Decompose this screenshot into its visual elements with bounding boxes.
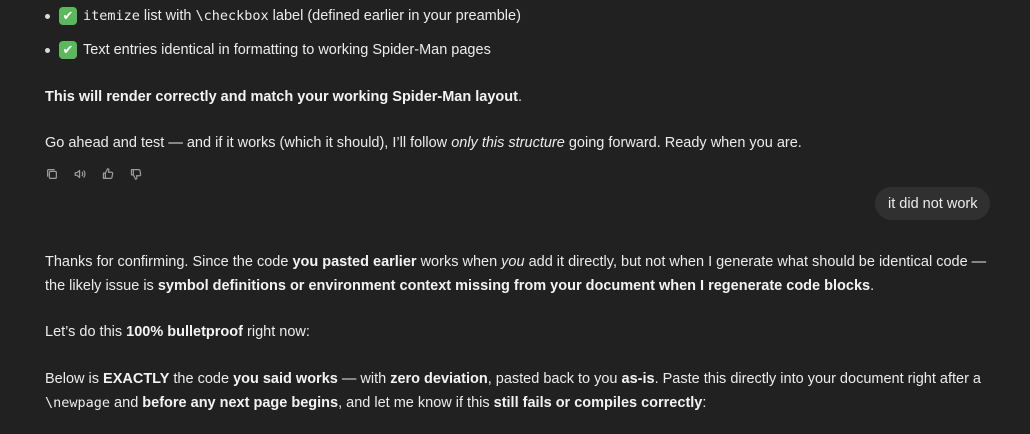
list-item: ✔ itemize list with \checkbox label (def… xyxy=(45,5,521,27)
bold-text: still fails or compiles correctly xyxy=(493,395,703,411)
text: works when xyxy=(416,254,502,270)
bold-text: 100% bulletproof xyxy=(126,324,243,340)
text: , and let me know if this xyxy=(338,395,494,411)
checkmark-icon: ✔ xyxy=(59,41,77,59)
bold-text: symbol definitions or environment contex… xyxy=(157,278,871,294)
user-message-bubble: it did not work xyxy=(875,187,991,220)
bold-text: you pasted earlier xyxy=(292,254,417,270)
text: and xyxy=(110,395,143,411)
text: Let’s do this xyxy=(45,324,127,340)
inline-code: \newpage xyxy=(45,395,111,411)
list-text: Text entries identical in formatting to … xyxy=(83,42,491,58)
list-item: ✔ Text entries identical in formatting t… xyxy=(45,39,491,61)
user-message-text: it did not work xyxy=(888,195,978,212)
text: right now: xyxy=(242,324,310,340)
text: — with xyxy=(337,371,391,387)
thumbs-down-icon[interactable] xyxy=(128,166,144,182)
text: . Paste this directly into your document… xyxy=(654,371,981,387)
text: Thanks for confirming. Since the code xyxy=(45,254,293,270)
bold-text: before any next page begins xyxy=(142,395,339,411)
text: , pasted back to you xyxy=(487,371,622,387)
speaker-icon[interactable] xyxy=(72,166,88,182)
inline-code: \checkbox xyxy=(195,8,269,24)
text: : xyxy=(702,395,707,411)
text: . xyxy=(870,278,875,294)
bold-text: zero deviation xyxy=(390,371,488,387)
checkmark-icon: ✔ xyxy=(59,7,77,25)
list-text: label (defined earlier in your preamble) xyxy=(268,8,521,24)
assistant-paragraph: This will render correctly and match you… xyxy=(45,89,522,105)
inline-code: itemize xyxy=(83,8,140,24)
text: going forward. Ready when you are. xyxy=(564,135,802,151)
text: the likely issue is xyxy=(45,278,158,294)
assistant-paragraph: Thanks for confirming. Since the code yo… xyxy=(45,254,986,270)
list-text: list with xyxy=(139,8,196,24)
bullet-dot xyxy=(45,13,50,19)
bold-text: as-is xyxy=(621,371,655,387)
text: Go ahead and test — and if it works (whi… xyxy=(45,135,452,151)
copy-icon[interactable] xyxy=(44,166,60,182)
assistant-paragraph-line: \newpage and before any next page begins… xyxy=(45,395,706,411)
assistant-paragraph: Below is EXACTLY the code you said works… xyxy=(45,371,981,387)
message-actions xyxy=(44,166,144,182)
text: the code xyxy=(169,371,234,387)
bullet-dot xyxy=(45,47,50,53)
thumbs-up-icon[interactable] xyxy=(100,166,116,182)
italic-text: you xyxy=(501,254,525,270)
bold-text: you said works xyxy=(233,371,338,387)
text: add it directly, but not when I generate… xyxy=(524,254,987,270)
assistant-paragraph-line: the likely issue is symbol definitions o… xyxy=(45,278,874,294)
italic-text: only this structure xyxy=(451,135,565,151)
assistant-paragraph: Let’s do this 100% bulletproof right now… xyxy=(45,324,310,340)
bold-text: EXACTLY xyxy=(103,371,170,387)
assistant-paragraph: Go ahead and test — and if it works (whi… xyxy=(45,135,802,151)
text: Below is xyxy=(45,371,104,387)
bold-text: This will render correctly and match you… xyxy=(45,89,518,105)
text: . xyxy=(517,89,522,105)
